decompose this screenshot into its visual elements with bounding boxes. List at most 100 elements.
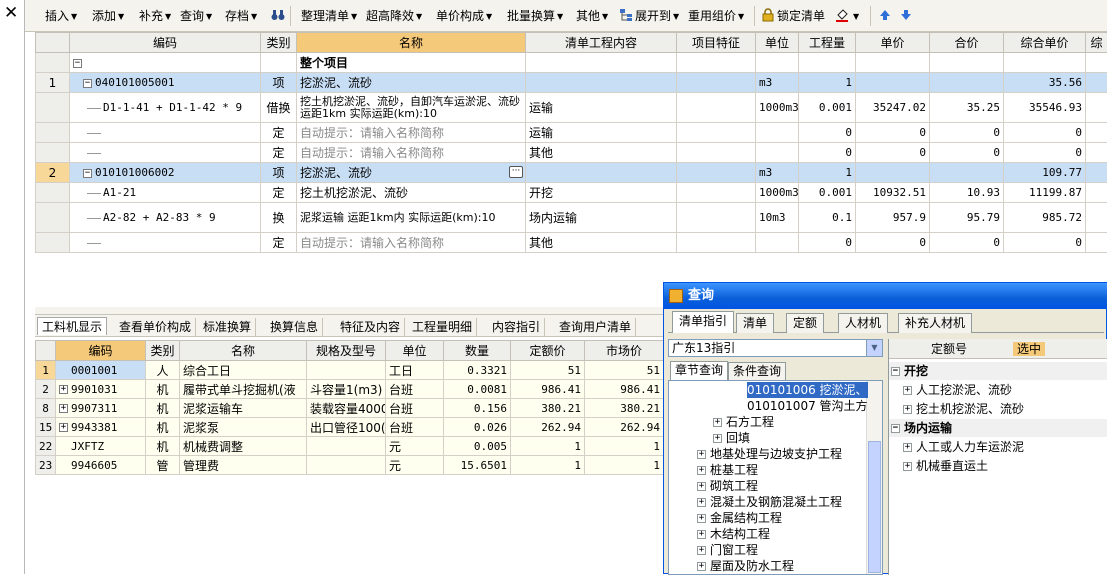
unit-price-cell[interactable]: 35546.93 xyxy=(1004,93,1086,123)
name-cell[interactable]: 履带式单斗挖掘机(液 xyxy=(180,380,307,399)
binoculars-icon[interactable] xyxy=(271,8,287,24)
type-cell[interactable]: 机 xyxy=(146,380,180,399)
column-header[interactable]: 市场价 xyxy=(585,341,664,361)
qty-cell[interactable]: 0.026 xyxy=(444,418,511,437)
qty-cell[interactable] xyxy=(799,53,856,73)
column-header[interactable]: 名称 xyxy=(180,341,307,361)
tab-5[interactable]: 工程量明细 xyxy=(408,318,477,336)
tab-7[interactable]: 查询用户清单 xyxy=(555,318,636,336)
collapse-icon[interactable]: − xyxy=(891,367,900,376)
qty-cell[interactable]: 0.0081 xyxy=(444,380,511,399)
quota-price-cell[interactable]: 986.41 xyxy=(511,380,585,399)
tab-2[interactable]: 标准换算 xyxy=(199,318,256,336)
feature-cell[interactable] xyxy=(677,143,756,163)
extra-cell[interactable] xyxy=(1086,93,1107,123)
content-cell[interactable]: 运输 xyxy=(526,123,677,143)
collapse-icon[interactable]: − xyxy=(83,169,92,178)
column-header[interactable]: 数量 xyxy=(444,341,511,361)
qty-cell[interactable]: 0.1 xyxy=(799,203,856,233)
code-cell[interactable]: +9907311 xyxy=(56,399,146,418)
dialog-tab-4[interactable]: 补充人材机 xyxy=(898,313,972,333)
tree-node[interactable]: +砌筑工程 xyxy=(697,478,758,494)
column-header[interactable]: 综 xyxy=(1086,33,1107,53)
table-row[interactable]: 8+9907311机泥浆运输车装载容量4000台班0.156380.21380.… xyxy=(36,399,664,418)
qty-cell[interactable]: 15.6501 xyxy=(444,456,511,475)
unit-price-cell[interactable]: 985.72 xyxy=(1004,203,1086,233)
total-cell[interactable]: 0 xyxy=(930,123,1004,143)
column-header[interactable]: 编码 xyxy=(70,33,261,53)
type-cell[interactable]: 管 xyxy=(146,456,180,475)
unit-price-cell[interactable]: 0 xyxy=(1004,143,1086,163)
extra-cell[interactable] xyxy=(1086,163,1107,183)
guide-item[interactable]: +人工或人力车运淤泥 xyxy=(903,438,1024,456)
expand-to-button[interactable]: 展开到▼ xyxy=(619,8,679,24)
collapse-icon[interactable]: − xyxy=(83,79,92,88)
dialog-tab-3[interactable]: 人材机 xyxy=(838,313,888,333)
qty-cell[interactable]: 0 xyxy=(799,233,856,253)
extra-cell[interactable] xyxy=(1086,123,1107,143)
qty-cell[interactable]: 1 xyxy=(799,73,856,93)
content-cell[interactable] xyxy=(526,73,677,93)
qty-cell[interactable]: 0.156 xyxy=(444,399,511,418)
table-row-total[interactable]: − 整个项目 xyxy=(36,53,1107,73)
column-header[interactable]: 编码 xyxy=(56,341,146,361)
dialog-title[interactable]: 查询 xyxy=(664,283,1107,309)
total-cell[interactable] xyxy=(930,73,1004,93)
feature-cell[interactable] xyxy=(677,123,756,143)
column-header[interactable]: 定额价 xyxy=(511,341,585,361)
type-cell[interactable]: 项 xyxy=(261,163,297,183)
table-row[interactable]: 定自动提示：请输入名称简称其他0000 xyxy=(36,233,1107,253)
expand-icon[interactable]: + xyxy=(697,546,706,555)
price-cell[interactable] xyxy=(856,73,930,93)
column-header[interactable]: 规格及型号 xyxy=(307,341,386,361)
query-button[interactable]: 查询▼ xyxy=(180,8,212,24)
group-header[interactable]: −开挖 xyxy=(889,362,1107,380)
code-cell[interactable]: − xyxy=(70,53,261,73)
qty-cell[interactable]: 0 xyxy=(799,123,856,143)
total-cell[interactable]: 95.79 xyxy=(930,203,1004,233)
group-header[interactable]: −场内运输 xyxy=(889,419,1107,437)
name-cell[interactable]: 自动提示：请输入名称简称 xyxy=(297,233,526,253)
content-cell[interactable] xyxy=(526,53,677,73)
market-price-cell[interactable]: 1 xyxy=(585,456,664,475)
splitter[interactable] xyxy=(35,307,663,314)
quota-price-cell[interactable]: 1 xyxy=(511,437,585,456)
expand-icon[interactable]: + xyxy=(903,386,912,395)
price-cell[interactable] xyxy=(856,163,930,183)
dialog-tab-1[interactable]: 清单 xyxy=(736,313,774,333)
unit-cell[interactable]: 1000m3 xyxy=(756,93,799,123)
table-row[interactable]: A2-82 + A2-83 * 9换泥浆运输 运距1km内 实际运距(km):1… xyxy=(36,203,1107,233)
column-header[interactable]: 单位 xyxy=(386,341,444,361)
code-cell[interactable]: JXFTZ xyxy=(56,437,146,456)
extra-cell[interactable] xyxy=(1086,233,1107,253)
guide-item[interactable]: +挖土机挖淤泥、流砂 xyxy=(903,400,1024,418)
unit-price-cell[interactable]: 0 xyxy=(1004,123,1086,143)
unit-cell[interactable]: 台班 xyxy=(386,418,444,437)
type-cell[interactable]: 定 xyxy=(261,233,297,253)
dialog-tab-2[interactable]: 定额 xyxy=(786,313,824,333)
name-cell[interactable]: 机械费调整 xyxy=(180,437,307,456)
content-cell[interactable] xyxy=(526,163,677,183)
price-cell[interactable]: 35247.02 xyxy=(856,93,930,123)
table-row[interactable]: 定自动提示：请输入名称简称其他0000 xyxy=(36,143,1107,163)
move-up-icon[interactable] xyxy=(878,8,894,24)
scrollbar-thumb[interactable] xyxy=(868,441,881,573)
table-row[interactable]: A1-21定挖土机挖淤泥、流砂开挖1000m30.00110932.5110.9… xyxy=(36,183,1107,203)
unit-price-cell[interactable]: 0 xyxy=(1004,233,1086,253)
unit-cell[interactable]: m3 xyxy=(756,163,799,183)
market-price-cell[interactable]: 380.21 xyxy=(585,399,664,418)
type-cell[interactable]: 换 xyxy=(261,203,297,233)
unit-price-cell[interactable]: 11199.87 xyxy=(1004,183,1086,203)
code-cell[interactable]: 0001001 xyxy=(56,361,146,380)
type-cell[interactable]: 机 xyxy=(146,399,180,418)
type-cell[interactable]: 机 xyxy=(146,418,180,437)
table-row[interactable]: 15+9943381机泥浆泵出口管径100(台班0.026262.94262.9… xyxy=(36,418,664,437)
code-cell[interactable]: −040101005001 xyxy=(70,73,261,93)
spec-cell[interactable]: 出口管径100( xyxy=(307,418,386,437)
column-header[interactable]: 项目特征 xyxy=(677,33,756,53)
price-cell[interactable]: 0 xyxy=(856,233,930,253)
table-row[interactable]: 239946605管管理费元15.650111 xyxy=(36,456,664,475)
unit-cell[interactable]: 台班 xyxy=(386,380,444,399)
column-header[interactable]: 单价 xyxy=(856,33,930,53)
tree-node[interactable]: +木结构工程 xyxy=(697,526,770,542)
